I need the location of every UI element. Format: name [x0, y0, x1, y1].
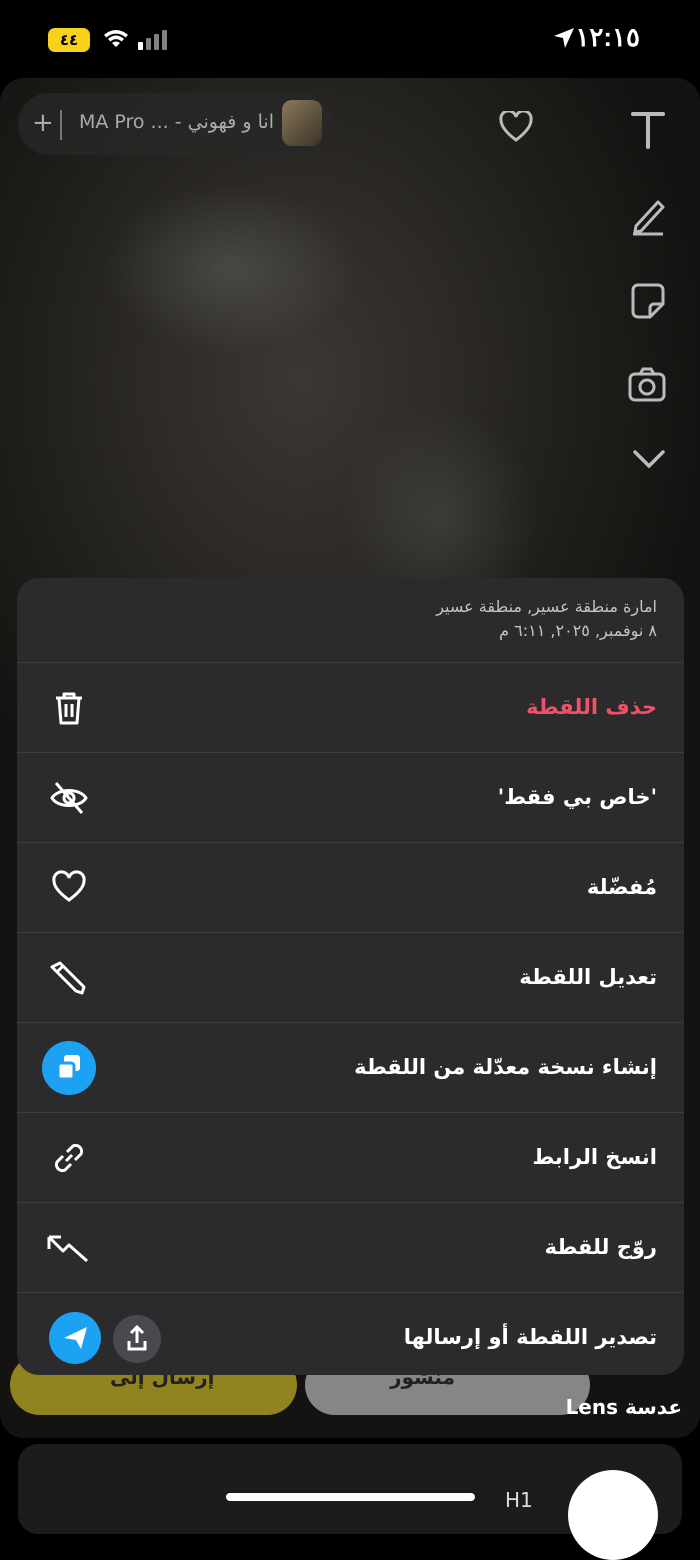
- snap-location: امارة منطقة عسير, منطقة عسير: [436, 597, 657, 616]
- pencil-tool-icon[interactable]: [630, 196, 666, 236]
- text-tool-icon[interactable]: [630, 110, 666, 150]
- signal-icon: [138, 30, 167, 50]
- share-icon[interactable]: [113, 1315, 161, 1363]
- status-bar: ٤٤ ١٢:١٥: [0, 0, 700, 80]
- eye-off-icon: [50, 782, 88, 814]
- wifi-icon: [104, 30, 128, 47]
- home-indicator: [226, 1493, 475, 1501]
- trash-icon: [56, 692, 82, 725]
- send-icon[interactable]: [49, 1312, 101, 1364]
- music-title: انا و فهوني - ... MA Pro: [78, 111, 274, 133]
- snap-date: ٨ نوفمبر, ٢٠٢٥, ٦:١١ م: [499, 621, 657, 640]
- menu-item-favorite[interactable]: مُفضّلة: [17, 843, 684, 933]
- sheet-header: امارة منطقة عسير, منطقة عسير ٨ نوفمبر, ٢…: [17, 578, 684, 663]
- clock: ١٢:١٥: [575, 22, 640, 52]
- snap-options-sheet: امارة منطقة عسير, منطقة عسير ٨ نوفمبر, ٢…: [17, 578, 684, 1375]
- menu-label: انسخ الرابط: [532, 1145, 657, 1169]
- menu-label: روّج للقطة: [544, 1235, 657, 1259]
- app-logo: [568, 1470, 658, 1560]
- menu-item-promote[interactable]: روّج للقطة: [17, 1203, 684, 1293]
- chevron-down-icon[interactable]: [632, 448, 666, 470]
- battery-indicator: ٤٤: [48, 28, 90, 52]
- heart-icon[interactable]: [499, 111, 533, 143]
- remix-icon: [42, 1041, 96, 1095]
- menu-label: 'خاص بي فقط': [497, 785, 657, 809]
- link-icon: [54, 1143, 84, 1173]
- heart-icon: [52, 870, 86, 902]
- menu-label: تصدير اللقطة أو إرسالها: [403, 1325, 657, 1349]
- menu-item-delete[interactable]: حذف اللقطة: [17, 663, 684, 753]
- menu-item-private[interactable]: 'خاص بي فقط': [17, 753, 684, 843]
- sticker-tool-icon[interactable]: [630, 282, 666, 320]
- menu-item-remix[interactable]: إنشاء نسخة معدّلة من اللقطة: [17, 1023, 684, 1113]
- menu-item-copy-link[interactable]: انسخ الرابط: [17, 1113, 684, 1203]
- menu-item-edit[interactable]: تعديل اللقطة: [17, 933, 684, 1023]
- pencil-icon: [50, 961, 86, 995]
- lens-label[interactable]: عدسة Lens: [566, 1395, 682, 1419]
- menu-label: مُفضّلة: [586, 875, 657, 899]
- music-add-button[interactable]: +: [32, 108, 54, 138]
- menu-item-export[interactable]: تصدير اللقطة أو إرسالها: [17, 1293, 684, 1375]
- menu-label: إنشاء نسخة معدّلة من اللقطة: [354, 1055, 657, 1079]
- menu-label: تعديل اللقطة: [519, 965, 657, 989]
- promote-arrow-icon: [47, 1235, 88, 1263]
- menu-label: حذف اللقطة: [526, 695, 657, 719]
- bottom-card-text: H1: [505, 1488, 533, 1512]
- music-thumbnail: [282, 100, 322, 146]
- camera-tool-icon[interactable]: [628, 366, 668, 402]
- battery-level: ٤٤: [59, 31, 79, 49]
- location-arrow-icon: [554, 28, 574, 48]
- music-divider: [60, 110, 62, 140]
